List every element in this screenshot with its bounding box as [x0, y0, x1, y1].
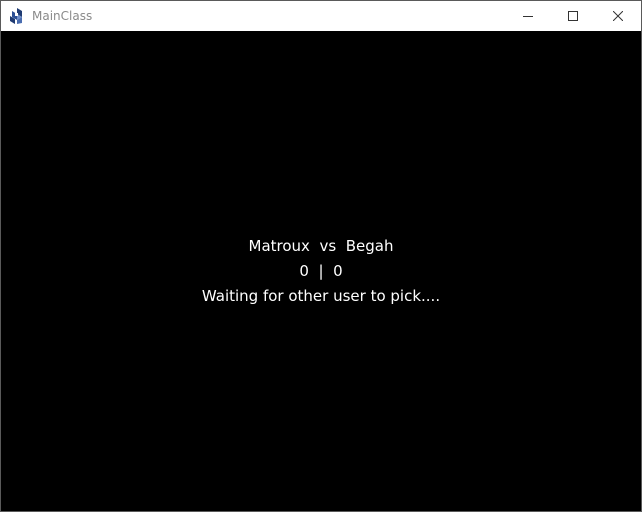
player1-score: 0	[299, 262, 309, 280]
close-button[interactable]	[595, 1, 641, 31]
window-title: MainClass	[32, 9, 93, 23]
close-icon	[613, 11, 623, 21]
java-app-icon	[9, 8, 25, 24]
score-separator: |	[318, 262, 324, 280]
matchup-line: Matroux vs Begah	[1, 237, 641, 255]
status-message: Waiting for other user to pick....	[201, 287, 441, 305]
game-canvas[interactable]: Matroux vs Begah 0 | 0 Waiting for other…	[1, 31, 641, 511]
player2-name: Begah	[345, 237, 394, 255]
title-bar[interactable]: MainClass	[1, 1, 641, 31]
app-window: MainClass Matroux vs Begah 0 | 0 Waiting…	[0, 0, 642, 512]
score-line: 0 | 0	[1, 262, 641, 280]
player2-score: 0	[333, 262, 343, 280]
minimize-button[interactable]	[505, 1, 551, 31]
versus-label: vs	[319, 237, 337, 255]
player1-name: Matroux	[248, 237, 310, 255]
maximize-icon	[568, 11, 578, 21]
maximize-button[interactable]	[550, 1, 596, 31]
minimize-icon	[523, 11, 533, 21]
